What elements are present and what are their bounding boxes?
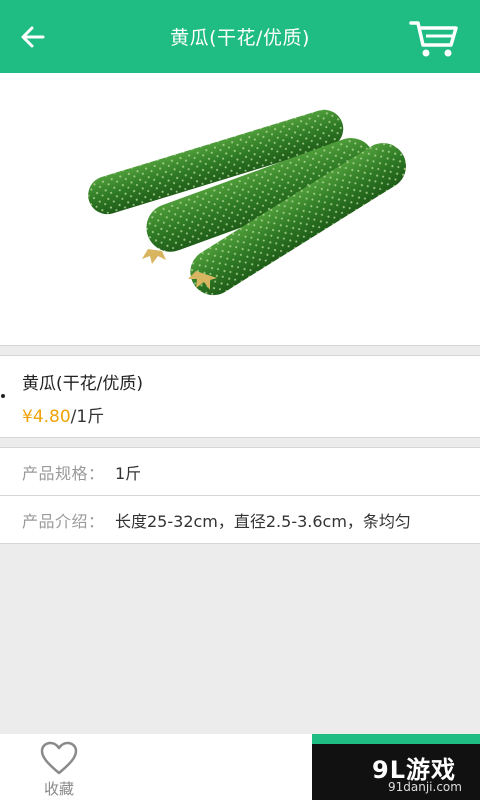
cart-button[interactable] — [408, 18, 460, 60]
heart-icon — [40, 741, 78, 775]
product-info-card: 黄瓜(干花/优质) ¥4.80/1斤 — [0, 355, 480, 438]
product-name: 黄瓜(干花/优质) — [22, 374, 143, 394]
spec-row-size: 产品规格： 1斤 — [0, 448, 480, 496]
arrow-left-icon — [21, 26, 45, 48]
site-watermark: 9L游戏 91danji.com — [312, 744, 480, 800]
price-unit: /1斤 — [70, 407, 105, 427]
spec-row-intro: 产品介绍： 长度25-32cm，直径2.5-3.6cm，条均匀 — [0, 496, 480, 544]
spec-intro-label: 产品介绍： — [22, 512, 105, 531]
watermark-site: 91danji.com — [388, 780, 462, 794]
product-image — [0, 73, 480, 346]
spec-size-value: 1斤 — [115, 463, 142, 483]
spec-size-label: 产品规格： — [22, 463, 105, 483]
favorite-button[interactable]: 收藏 — [30, 740, 88, 800]
product-price: ¥4.80 — [22, 407, 71, 427]
page-title: 黄瓜(干花/优质) — [170, 27, 310, 49]
back-button[interactable] — [16, 20, 50, 54]
app-header: 黄瓜(干花/优质) — [0, 0, 480, 73]
spec-intro-value: 长度25-32cm，直径2.5-3.6cm，条均匀 — [115, 512, 411, 531]
bullet-dot — [1, 394, 5, 398]
product-spec-card: 产品规格： 1斤 产品介绍： 长度25-32cm，直径2.5-3.6cm，条均匀 — [0, 447, 480, 544]
shopping-cart-icon — [409, 21, 458, 57]
favorite-label: 收藏 — [43, 780, 74, 798]
cucumber-image — [88, 109, 406, 296]
price-row: ¥4.80/1斤 — [22, 402, 104, 427]
